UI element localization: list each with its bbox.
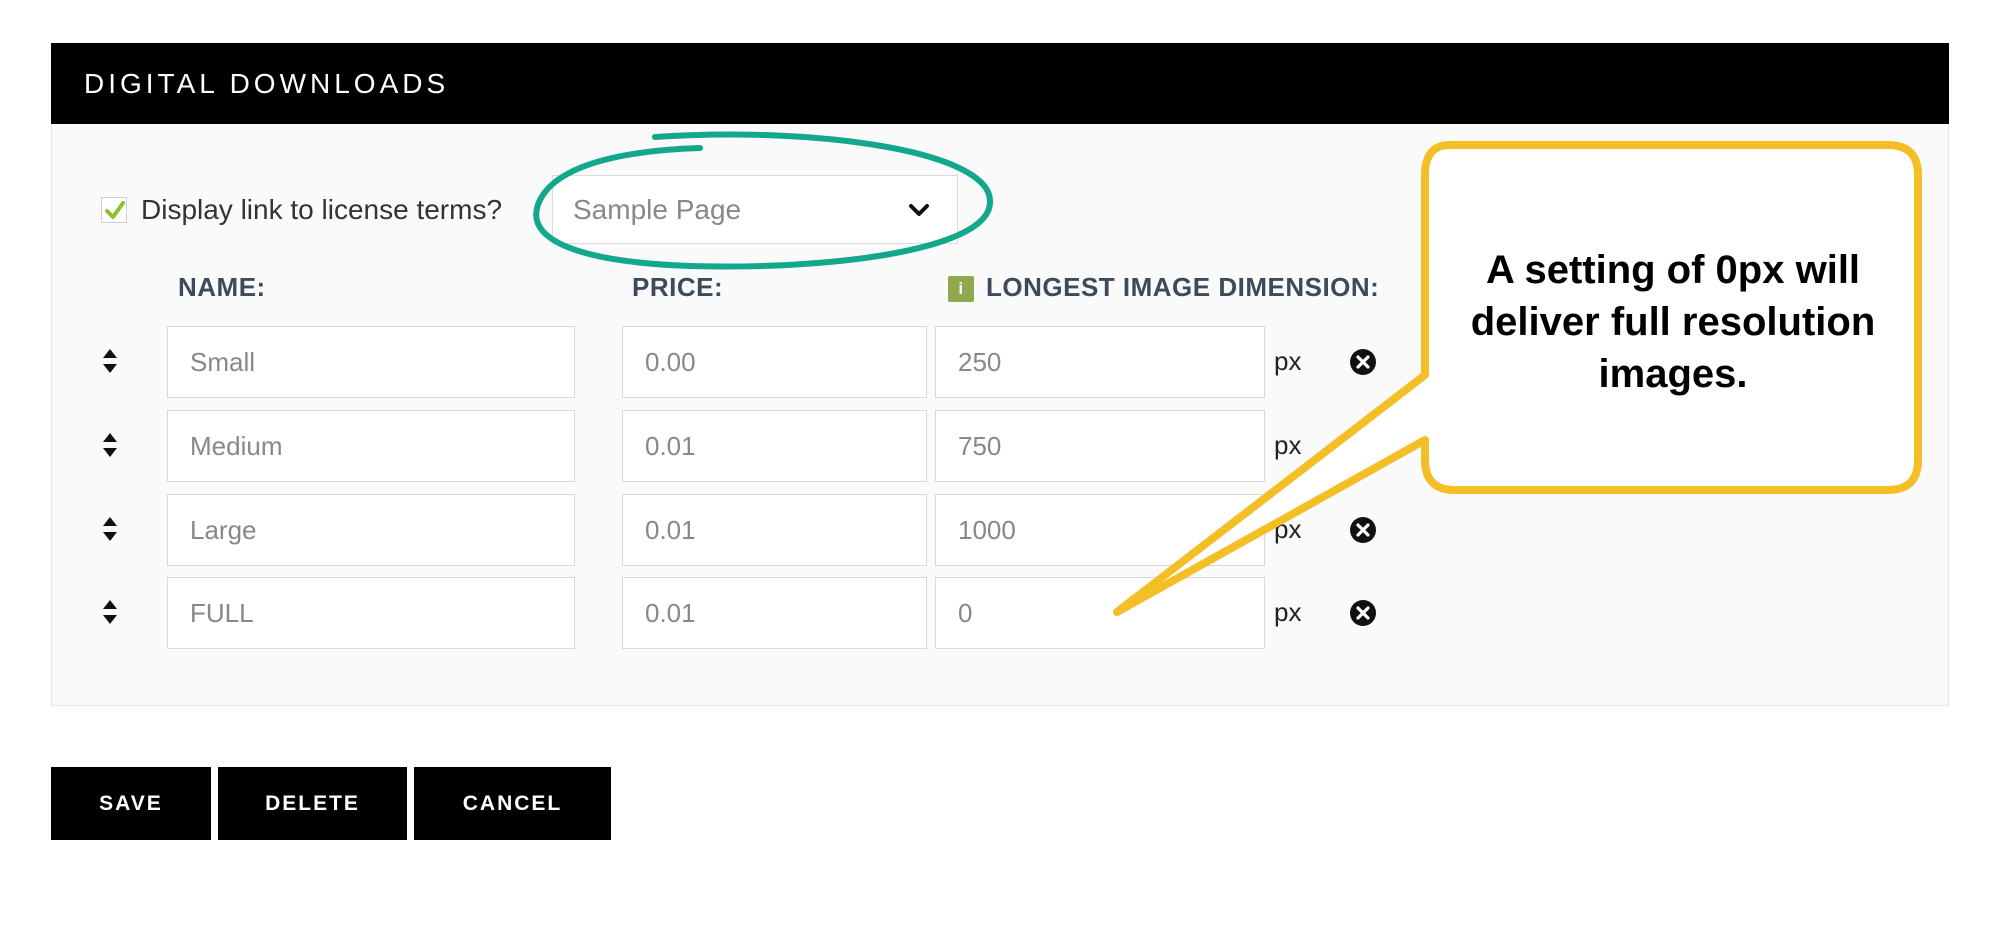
sort-updown-icon[interactable] <box>100 514 120 544</box>
name-input[interactable]: Large <box>167 494 575 566</box>
name-input[interactable]: Small <box>167 326 575 398</box>
price-input[interactable]: 0.01 <box>622 577 927 649</box>
dimension-input[interactable]: 750 <box>935 410 1265 482</box>
column-header-dimension-label: LONGEST IMAGE DIMENSION: <box>986 272 1380 302</box>
chevron-down-icon <box>899 190 939 230</box>
table-row: Large 0.01 1000 px <box>0 494 2000 566</box>
cancel-button[interactable]: CANCEL <box>414 767 611 840</box>
name-input[interactable]: FULL <box>167 577 575 649</box>
name-input[interactable]: Medium <box>167 410 575 482</box>
price-input[interactable]: 0.01 <box>622 494 927 566</box>
table-row: FULL 0.01 0 px <box>0 577 2000 649</box>
sort-updown-icon[interactable] <box>100 597 120 627</box>
dimension-input[interactable]: 250 <box>935 326 1265 398</box>
checkmark-icon <box>105 201 125 219</box>
column-header-dimension: i LONGEST IMAGE DIMENSION: <box>948 272 1379 303</box>
sort-updown-icon[interactable] <box>100 346 120 376</box>
price-input[interactable]: 0.01 <box>622 410 927 482</box>
unit-label: px <box>1274 514 1302 544</box>
column-header-name: NAME: <box>178 272 266 302</box>
delete-button[interactable]: DELETE <box>218 767 407 840</box>
remove-circle-x-icon[interactable] <box>1349 599 1377 627</box>
dimension-input[interactable]: 1000 <box>935 494 1265 566</box>
remove-circle-x-icon[interactable] <box>1349 516 1377 544</box>
unit-label: px <box>1274 597 1302 627</box>
license-terms-label: Display link to license terms? <box>141 194 503 225</box>
license-terms-row: Display link to license terms? <box>101 190 502 230</box>
save-button[interactable]: SAVE <box>51 767 211 840</box>
panel-title: DIGITAL DOWNLOADS <box>51 43 1949 124</box>
unit-label: px <box>1274 430 1302 460</box>
info-icon[interactable]: i <box>948 276 974 302</box>
license-page-select[interactable]: Sample Page <box>552 175 958 244</box>
column-header-price: PRICE: <box>632 272 724 302</box>
sort-updown-icon[interactable] <box>100 430 120 460</box>
callout-text: A setting of 0px will deliver full resol… <box>1470 248 1876 396</box>
price-input[interactable]: 0.00 <box>622 326 927 398</box>
license-terms-checkbox[interactable] <box>101 197 127 223</box>
unit-label: px <box>1274 346 1302 376</box>
table-row: Medium 0.01 750 px <box>0 410 2000 482</box>
remove-circle-x-icon[interactable] <box>1349 348 1377 376</box>
dimension-input[interactable]: 0 <box>935 577 1265 649</box>
license-page-select-value: Sample Page <box>573 193 742 225</box>
